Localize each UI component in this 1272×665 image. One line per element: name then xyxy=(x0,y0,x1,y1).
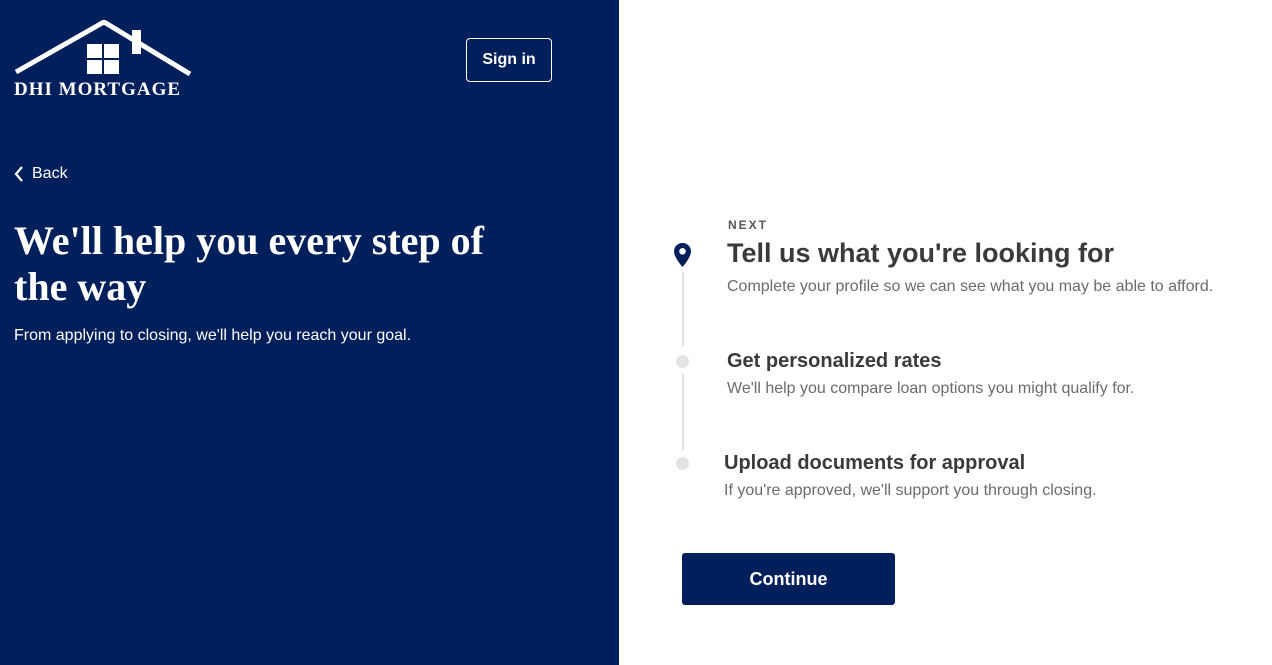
step-description: Complete your profile so we can see what… xyxy=(727,278,1214,295)
chevron-left-icon xyxy=(14,166,23,182)
logo-text: DHI MORTGAGE xyxy=(14,79,182,100)
step-connector xyxy=(682,272,684,346)
continue-button[interactable]: Continue xyxy=(682,553,895,605)
step-dot-icon xyxy=(676,355,689,368)
back-label: Back xyxy=(32,165,68,182)
left-panel: DHI MORTGAGE Sign in Back We'll help you… xyxy=(0,0,619,665)
step-title: Tell us what you're looking for xyxy=(727,238,1114,268)
page-headline: We'll help you every step of the way xyxy=(14,218,484,309)
step-description: If you're approved, we'll support you th… xyxy=(724,482,1097,499)
step-connector xyxy=(682,374,684,450)
next-step-marker: NEXT xyxy=(728,218,769,232)
step-title: Upload documents for approval xyxy=(724,452,1026,474)
back-link[interactable]: Back xyxy=(14,165,68,183)
step-description: We'll help you compare loan options you … xyxy=(727,380,1135,397)
step-title: Get personalized rates xyxy=(727,350,942,372)
page-subheadline: From applying to closing, we'll help you… xyxy=(14,327,412,344)
page: DHI MORTGAGE Sign in Back We'll help you… xyxy=(0,0,1272,665)
location-pin-icon xyxy=(674,243,691,267)
step-dot-icon xyxy=(676,457,689,470)
sign-in-button[interactable]: Sign in xyxy=(466,38,552,82)
